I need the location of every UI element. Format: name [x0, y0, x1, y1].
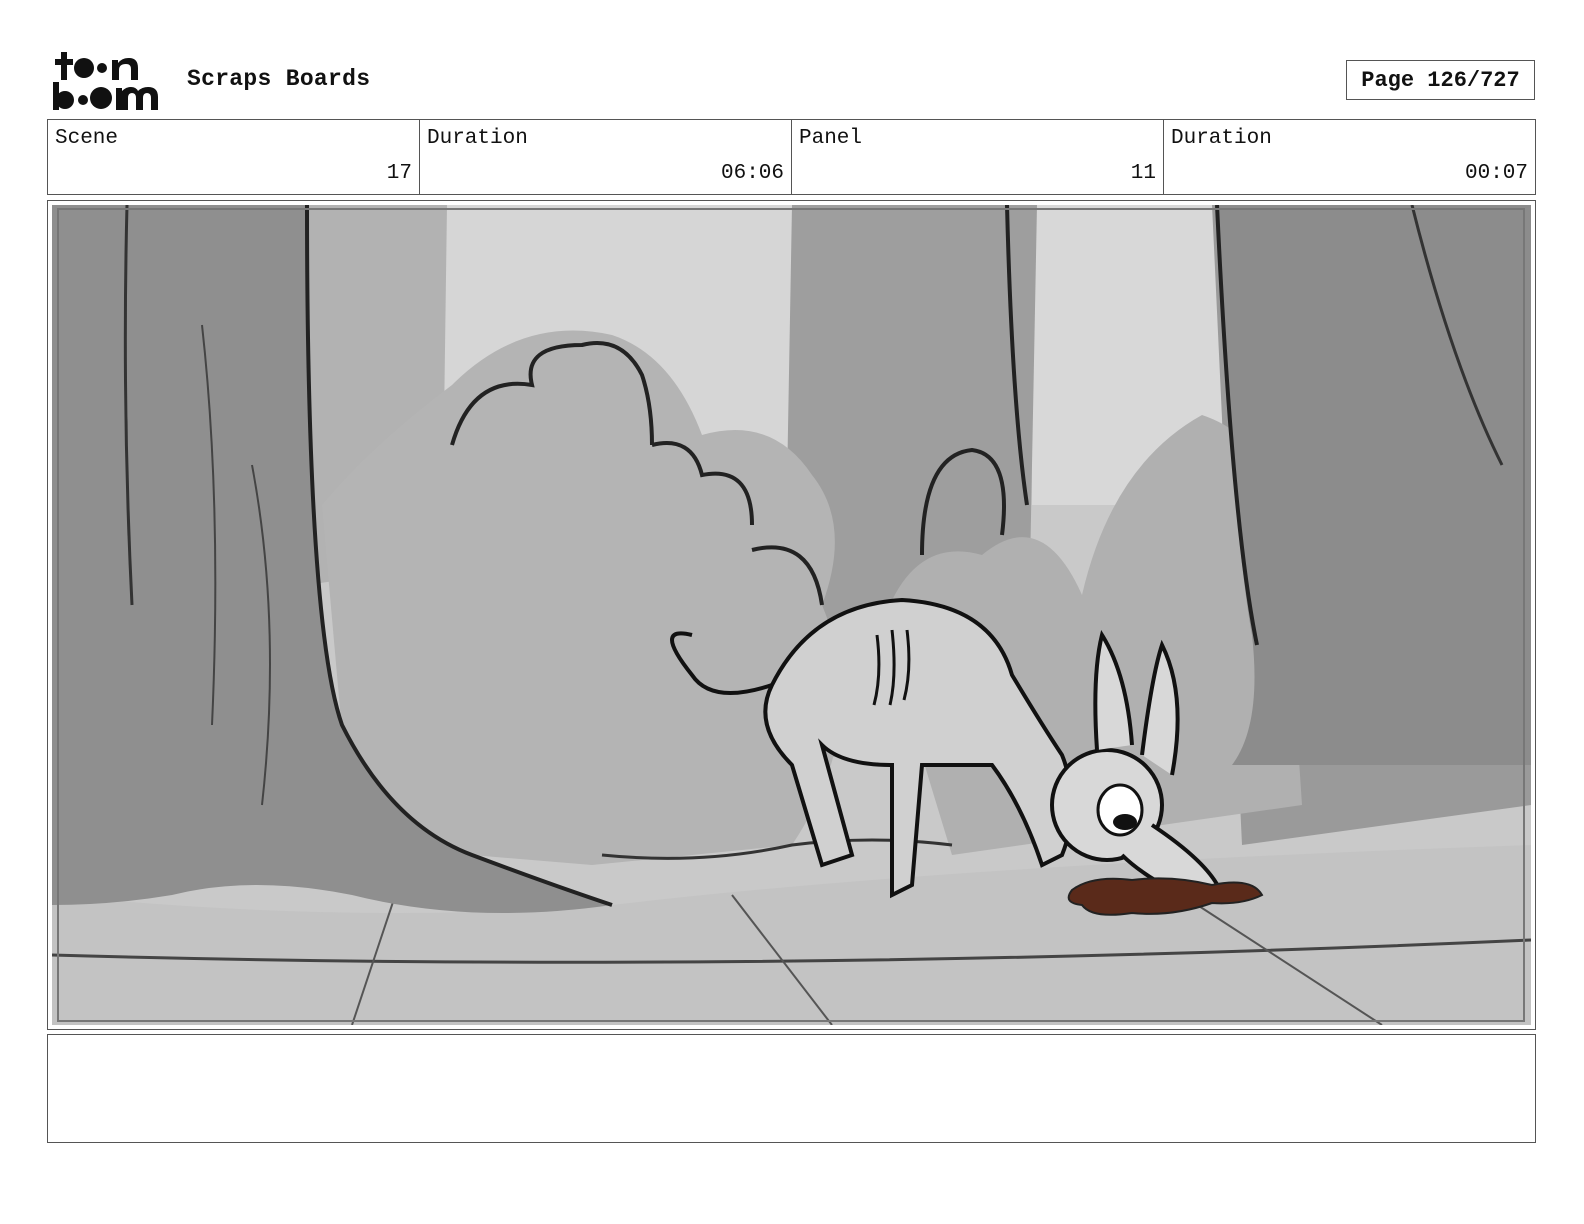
- panel-duration-cell: Duration 00:07: [1164, 120, 1535, 194]
- storyboard-panel-image: [52, 205, 1531, 1025]
- board-title: Scraps Boards: [187, 66, 371, 92]
- scene-duration-value: 06:06: [720, 162, 784, 185]
- toon-boom-logo: [53, 52, 158, 110]
- panel-notes-box: [47, 1034, 1536, 1143]
- panel-cell: Panel 11: [792, 120, 1164, 194]
- panel-info-row: Scene 17 Duration 06:06 Panel 11 Duratio…: [47, 119, 1536, 195]
- panel-duration-value: 00:07: [1464, 162, 1528, 185]
- panel-label: Panel: [799, 127, 863, 150]
- scene-cell: Scene 17: [48, 120, 420, 194]
- scene-duration-label: Duration: [427, 127, 528, 150]
- page-number-label: Page 126/727: [1361, 67, 1520, 93]
- panel-duration-label: Duration: [1171, 127, 1272, 150]
- scene-value: 17: [386, 162, 412, 185]
- scene-label: Scene: [55, 127, 119, 150]
- page-indicator: Page 126/727: [1346, 60, 1535, 100]
- scene-duration-cell: Duration 06:06: [420, 120, 792, 194]
- panel-value: 11: [1130, 162, 1156, 185]
